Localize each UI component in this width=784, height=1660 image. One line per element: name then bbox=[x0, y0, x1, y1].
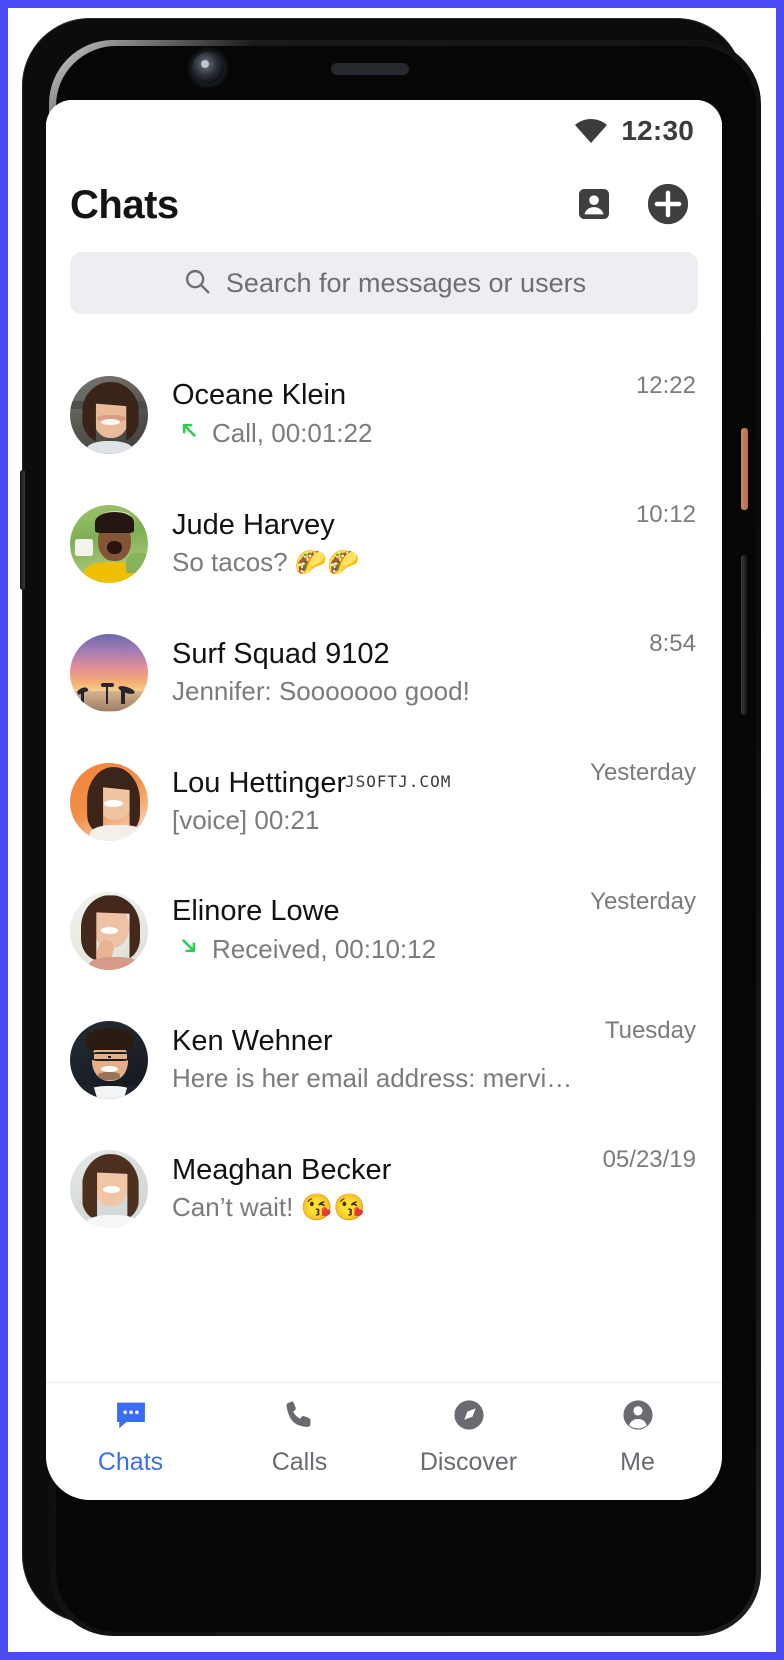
chat-name: Lou Hettinger bbox=[172, 767, 347, 799]
search-section: Search for messages or users bbox=[46, 248, 722, 334]
person-icon bbox=[619, 1396, 657, 1439]
plus-icon bbox=[645, 181, 691, 230]
chat-preview-text: Can’t wait! 😘😘 bbox=[172, 1192, 366, 1222]
chat-preview-text: Call, 00:01:22 bbox=[212, 418, 373, 448]
chat-name: Jude Harvey bbox=[172, 509, 335, 541]
avatar bbox=[70, 504, 148, 583]
chat-list-item[interactable]: Jude Harvey So tacos? 🌮🌮 10:12 bbox=[46, 479, 722, 608]
chat-list-item[interactable]: Lou Hettinger [voice] 00:21 Yesterday bbox=[46, 737, 722, 866]
search-input[interactable]: Search for messages or users bbox=[70, 252, 698, 314]
chat-timestamp: Yesterday bbox=[590, 888, 696, 915]
tab-discover[interactable]: Discover bbox=[384, 1383, 553, 1490]
chat-preview-text: Received, 00:10:12 bbox=[212, 934, 437, 964]
chat-timestamp: 10:12 bbox=[635, 501, 696, 528]
chat-preview-line: [voice] 00:21 bbox=[172, 805, 576, 836]
call-outgoing-icon bbox=[176, 417, 202, 450]
chat-name: Elinore Lowe bbox=[172, 895, 340, 927]
chat-preview-text: So tacos? 🌮🌮 bbox=[172, 547, 360, 577]
chat-preview-text: Jennifer: Sooooooo good! bbox=[172, 676, 470, 706]
chat-list-item[interactable]: Elinore Lowe Received, 00:10:12 Yesterda… bbox=[46, 866, 722, 995]
tab-me[interactable]: Me bbox=[553, 1383, 722, 1490]
tab-label: Chats bbox=[97, 1448, 164, 1476]
search-placeholder: Search for messages or users bbox=[225, 267, 587, 298]
chat-preview-line: Jennifer: Sooooooo good! bbox=[172, 676, 635, 707]
chat-name: Ken Wehner bbox=[172, 1025, 333, 1057]
chat-timestamp: Yesterday bbox=[590, 759, 696, 786]
avatar bbox=[70, 633, 148, 712]
chat-bubble-icon bbox=[112, 1396, 150, 1439]
power-button[interactable] bbox=[741, 428, 748, 510]
chat-text: Oceane Klein Call, 00:01:22 bbox=[172, 379, 622, 450]
chat-text: Surf Squad 9102 Jennifer: Sooooooo good! bbox=[172, 638, 635, 707]
chat-preview-line: Call, 00:01:22 bbox=[172, 417, 622, 450]
front-camera-icon bbox=[192, 52, 224, 84]
avatar bbox=[70, 891, 148, 970]
chat-list-item[interactable]: Meaghan Becker Can’t wait! 😘😘 05/23/19 bbox=[46, 1124, 722, 1253]
compass-icon bbox=[450, 1396, 488, 1439]
chat-list-item[interactable]: Oceane Klein Call, 00:01:22 12:22 bbox=[46, 350, 722, 479]
search-icon bbox=[182, 266, 212, 301]
chat-list-item[interactable]: Surf Squad 9102 Jennifer: Sooooooo good!… bbox=[46, 608, 722, 737]
chat-name: Surf Squad 9102 bbox=[172, 638, 390, 670]
chat-timestamp: 12:22 bbox=[635, 372, 696, 399]
chat-preview-line: Can’t wait! 😘😘 bbox=[172, 1192, 589, 1223]
chat-list-item[interactable]: Ken Wehner Here is her email address: me… bbox=[46, 995, 722, 1124]
volume-button[interactable] bbox=[741, 555, 747, 715]
status-bar: 12:30 bbox=[46, 100, 722, 162]
avatar bbox=[70, 1149, 148, 1228]
chat-preview-text: [voice] 00:21 bbox=[172, 805, 320, 835]
tab-label: Discover bbox=[419, 1448, 518, 1476]
phone-screen: 12:30 Chats Search for messages or users… bbox=[46, 100, 722, 1500]
chat-text: Lou Hettinger [voice] 00:21 bbox=[172, 767, 576, 836]
wifi-icon bbox=[574, 118, 608, 144]
page-title: Chats bbox=[70, 182, 179, 227]
page-backdrop: 12:30 Chats Search for messages or users… bbox=[0, 0, 784, 1660]
chat-preview-text: Here is her email address: mervi… bbox=[172, 1063, 573, 1093]
chat-preview-line: Here is her email address: mervi… bbox=[172, 1063, 591, 1094]
left-side-button[interactable] bbox=[20, 470, 25, 590]
phone-icon bbox=[281, 1396, 319, 1439]
avatar bbox=[70, 762, 148, 841]
contacts-button[interactable] bbox=[568, 179, 620, 231]
chat-preview-line: So tacos? 🌮🌮 bbox=[172, 547, 622, 578]
status-time: 12:30 bbox=[621, 115, 694, 146]
chat-list[interactable]: Oceane Klein Call, 00:01:22 12:22 Jude H… bbox=[46, 334, 722, 1382]
chat-timestamp: 05/23/19 bbox=[602, 1146, 696, 1173]
app-header: Chats bbox=[46, 162, 722, 248]
tab-chats[interactable]: Chats bbox=[46, 1383, 215, 1490]
tab-label: Me bbox=[620, 1448, 655, 1476]
chat-text: Elinore Lowe Received, 00:10:12 bbox=[172, 895, 576, 966]
contacts-icon bbox=[574, 184, 614, 227]
chat-name: Oceane Klein bbox=[172, 379, 347, 411]
avatar bbox=[70, 1020, 148, 1099]
tab-label: Calls bbox=[271, 1448, 328, 1476]
chat-name: Meaghan Becker bbox=[172, 1154, 392, 1186]
chat-text: Meaghan Becker Can’t wait! 😘😘 bbox=[172, 1154, 589, 1223]
earpiece-speaker bbox=[331, 63, 409, 75]
chat-timestamp: 8:54 bbox=[649, 630, 696, 657]
chat-text: Ken Wehner Here is her email address: me… bbox=[172, 1025, 591, 1094]
chat-text: Jude Harvey So tacos? 🌮🌮 bbox=[172, 509, 622, 578]
chat-timestamp: Tuesday bbox=[604, 1017, 696, 1044]
tab-calls[interactable]: Calls bbox=[215, 1383, 384, 1490]
bottom-tab-bar: Chats Calls Discover Me bbox=[46, 1382, 722, 1500]
avatar bbox=[70, 375, 148, 454]
call-incoming-icon bbox=[176, 933, 202, 966]
add-chat-button[interactable] bbox=[642, 179, 694, 231]
chat-preview-line: Received, 00:10:12 bbox=[172, 933, 576, 966]
